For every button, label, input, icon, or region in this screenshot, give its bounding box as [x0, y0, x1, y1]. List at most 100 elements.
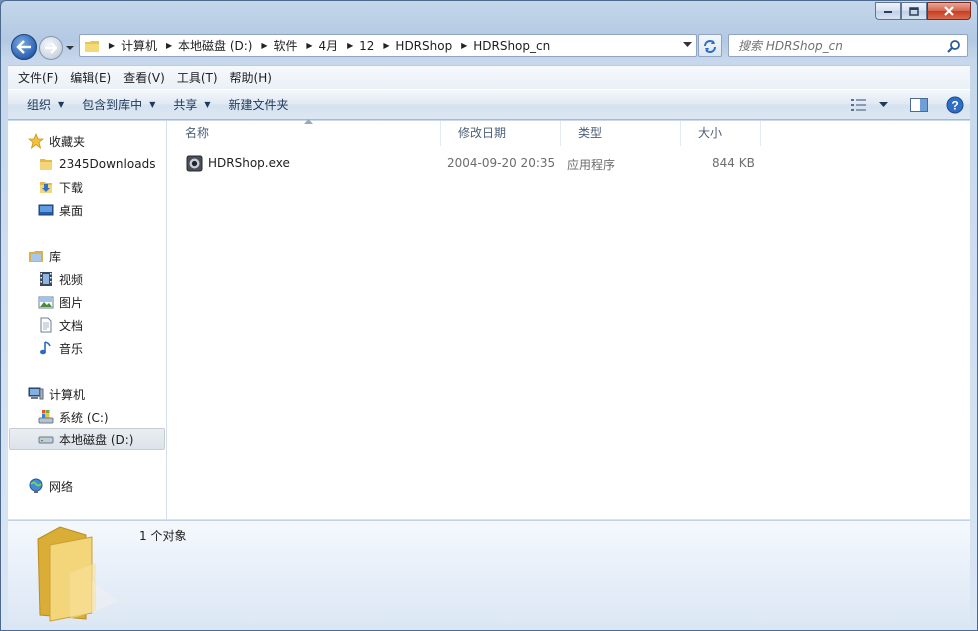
- breadcrumb-april[interactable]: 4月: [316, 37, 345, 54]
- file-list-pane: 名称 修改日期 类型 大小 HDRShop.exe 2004-09-20 20:…: [168, 119, 970, 519]
- downloads-folder-icon: [40, 182, 52, 193]
- nav-computer[interactable]: 计算机: [28, 383, 85, 405]
- column-header-name[interactable]: 名称: [168, 121, 441, 146]
- close-button[interactable]: [927, 2, 971, 20]
- nav-item-downloads[interactable]: 下载: [38, 176, 83, 198]
- breadcrumb-separator[interactable]: ▶: [380, 41, 392, 50]
- help-button[interactable]: ?: [940, 93, 970, 117]
- breadcrumb-drive-d[interactable]: 本地磁盘 (D:): [175, 37, 258, 54]
- nav-item-videos[interactable]: 视频: [38, 268, 83, 290]
- nav-item-label: 图片: [59, 295, 84, 310]
- menu-bar: 文件(F) 编辑(E) 查看(V) 工具(T) 帮助(H): [8, 65, 970, 89]
- breadcrumb-separator[interactable]: ▶: [258, 41, 270, 50]
- file-size: 844 KB: [712, 156, 755, 170]
- breadcrumb-separator[interactable]: ▶: [458, 41, 470, 50]
- chevron-down-icon: ▼: [149, 100, 156, 109]
- preview-pane-button[interactable]: [904, 93, 934, 117]
- search-input[interactable]: [738, 38, 938, 53]
- pictures-icon: [38, 296, 54, 309]
- desktop-icon: [38, 204, 54, 216]
- preview-pane-icon: [910, 98, 928, 112]
- address-dropdown-icon[interactable]: [683, 42, 692, 48]
- nav-network[interactable]: 网络: [28, 475, 73, 497]
- back-button[interactable]: [11, 34, 37, 60]
- new-folder-button[interactable]: 新建文件夹: [220, 93, 298, 117]
- minimize-button[interactable]: [875, 2, 901, 20]
- refresh-button[interactable]: [698, 34, 722, 57]
- nav-item-label: 视频: [59, 272, 84, 287]
- chevron-down-icon: ▼: [58, 100, 65, 109]
- organize-button[interactable]: 组织 ▼: [18, 93, 73, 117]
- address-bar[interactable]: ▶ 计算机 ▶ 本地磁盘 (D:) ▶ 软件 ▶ 4月 ▶ 12 ▶ HDRSh…: [79, 34, 697, 57]
- search-box[interactable]: [728, 34, 968, 57]
- nav-item-drive-d[interactable]: 本地磁盘 (D:): [9, 428, 165, 450]
- include-in-library-button[interactable]: 包含到库中 ▼: [73, 93, 164, 117]
- menu-help[interactable]: 帮助(H): [224, 68, 278, 88]
- folder-icon: [85, 40, 99, 52]
- view-dropdown-button[interactable]: [873, 93, 894, 117]
- arrow-left-icon: [16, 40, 31, 54]
- chevron-down-icon: [879, 102, 888, 107]
- breadcrumb-12[interactable]: 12: [356, 39, 380, 53]
- main-panes: 收藏夹 2345Downloads 下载 桌面 库 视频 图片 文档 音乐 计算…: [8, 119, 970, 519]
- nav-computer-label: 计算机: [49, 387, 86, 402]
- recent-pages-dropdown-icon[interactable]: [65, 43, 75, 53]
- library-icon: [29, 251, 43, 262]
- column-header-size[interactable]: 大小: [681, 121, 761, 146]
- nav-item-desktop[interactable]: 桌面: [38, 199, 83, 221]
- nav-item-label: 本地磁盘 (D:): [59, 432, 134, 447]
- nav-libraries-label: 库: [49, 249, 62, 264]
- network-icon: [29, 478, 43, 493]
- breadcrumb-hdrshop[interactable]: HDRShop: [392, 39, 458, 53]
- nav-item-label: 桌面: [59, 203, 84, 218]
- explorer-window: ▶ 计算机 ▶ 本地磁盘 (D:) ▶ 软件 ▶ 4月 ▶ 12 ▶ HDRSh…: [0, 0, 978, 631]
- command-bar: 组织 ▼ 包含到库中 ▼ 共享 ▼ 新建文件夹 ?: [8, 89, 970, 120]
- refresh-icon: [704, 39, 716, 53]
- folder-large-icon: [37, 526, 118, 622]
- details-view-icon: [851, 99, 866, 111]
- menu-tools[interactable]: 工具(T): [171, 68, 224, 88]
- breadcrumb-separator[interactable]: ▶: [163, 41, 175, 50]
- nav-favorites-label: 收藏夹: [49, 134, 86, 149]
- system-drive-icon: [38, 410, 54, 424]
- menu-file[interactable]: 文件(F): [12, 68, 64, 88]
- hard-drive-icon: [38, 436, 54, 444]
- video-icon: [40, 272, 52, 286]
- view-options-button[interactable]: [845, 93, 873, 117]
- nav-item-label: 2345Downloads: [59, 157, 156, 171]
- menu-view[interactable]: 查看(V): [117, 68, 171, 88]
- nav-libraries[interactable]: 库: [28, 245, 61, 267]
- column-header-modified[interactable]: 修改日期: [441, 121, 561, 146]
- breadcrumb-software[interactable]: 软件: [270, 37, 303, 54]
- nav-item-label: 系统 (C:): [59, 410, 109, 425]
- menu-edit[interactable]: 编辑(E): [64, 68, 117, 88]
- breadcrumb-separator[interactable]: ▶: [304, 41, 316, 50]
- breadcrumb-computer[interactable]: 计算机: [118, 37, 163, 54]
- application-icon: [186, 155, 203, 172]
- nav-item-documents[interactable]: 文档: [38, 314, 83, 336]
- search-icon[interactable]: [947, 39, 961, 53]
- file-type: 应用程序: [567, 158, 616, 172]
- help-icon: ?: [946, 96, 964, 114]
- share-button[interactable]: 共享 ▼: [164, 93, 219, 117]
- breadcrumb-hdrshop-cn[interactable]: HDRShop_cn: [470, 39, 556, 53]
- navigation-row: ▶ 计算机 ▶ 本地磁盘 (D:) ▶ 软件 ▶ 4月 ▶ 12 ▶ HDRSh…: [1, 31, 977, 61]
- forward-button[interactable]: [39, 36, 63, 60]
- details-pane: 1 个对象: [8, 520, 970, 624]
- nav-favorites[interactable]: 收藏夹: [28, 130, 85, 152]
- column-header-type[interactable]: 类型: [561, 121, 681, 146]
- caption-buttons: [875, 2, 971, 20]
- music-icon: [40, 341, 51, 355]
- maximize-button[interactable]: [901, 2, 927, 20]
- breadcrumb-separator[interactable]: ▶: [106, 41, 118, 50]
- file-name: HDRShop.exe: [208, 156, 290, 170]
- table-row[interactable]: HDRShop.exe 2004-09-20 20:35 应用程序 844 KB: [184, 153, 764, 175]
- nav-item-pictures[interactable]: 图片: [38, 291, 83, 313]
- nav-item-drive-c[interactable]: 系统 (C:): [38, 406, 109, 428]
- nav-item-2345downloads[interactable]: 2345Downloads: [38, 153, 155, 175]
- nav-item-music[interactable]: 音乐: [38, 337, 83, 359]
- new-folder-label: 新建文件夹: [228, 98, 289, 112]
- chevron-down-icon: ▼: [204, 100, 211, 109]
- navigation-pane: 收藏夹 2345Downloads 下载 桌面 库 视频 图片 文档 音乐 计算…: [8, 121, 167, 519]
- breadcrumb-separator[interactable]: ▶: [344, 41, 356, 50]
